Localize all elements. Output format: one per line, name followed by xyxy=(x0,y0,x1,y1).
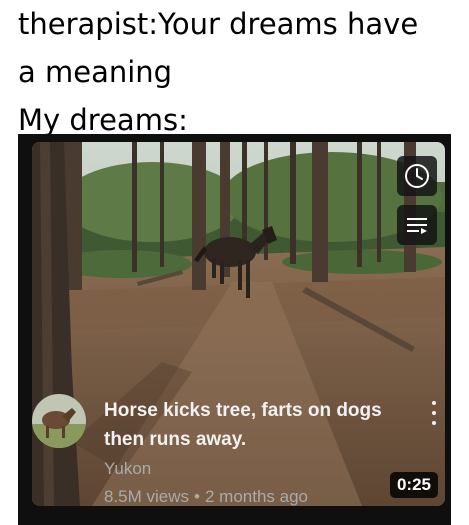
video-title-line-2: then runs away. xyxy=(104,429,247,450)
add-to-queue-button[interactable] xyxy=(397,205,437,245)
view-count: 8.5M views xyxy=(104,487,190,506)
upload-age: 2 months ago xyxy=(204,487,308,506)
video-stats: 8.5M views • 2 months ago xyxy=(104,487,308,507)
video-title-line-1: Horse kicks tree, farts on dogs xyxy=(104,400,382,421)
caption-line-2: a meaning xyxy=(18,55,173,89)
kebab-menu-icon[interactable] xyxy=(423,398,445,428)
video-meta: Horse kicks tree, farts on dogs then run… xyxy=(32,394,445,514)
meme-caption: therapist:Your dreams have a meaning My … xyxy=(18,0,468,144)
caption-line-1: therapist:Your dreams have xyxy=(18,7,419,41)
clock-icon xyxy=(405,164,429,188)
video-title[interactable]: Horse kicks tree, farts on dogs then run… xyxy=(104,396,404,454)
video-card[interactable]: 0:25 Horse kicks tree, farts on dogs the… xyxy=(18,134,451,525)
channel-avatar[interactable] xyxy=(32,394,86,448)
channel-name[interactable]: Yukon xyxy=(104,459,151,479)
watch-later-button[interactable] xyxy=(397,156,437,196)
stats-separator: • xyxy=(194,487,200,506)
queue-icon xyxy=(407,218,427,234)
